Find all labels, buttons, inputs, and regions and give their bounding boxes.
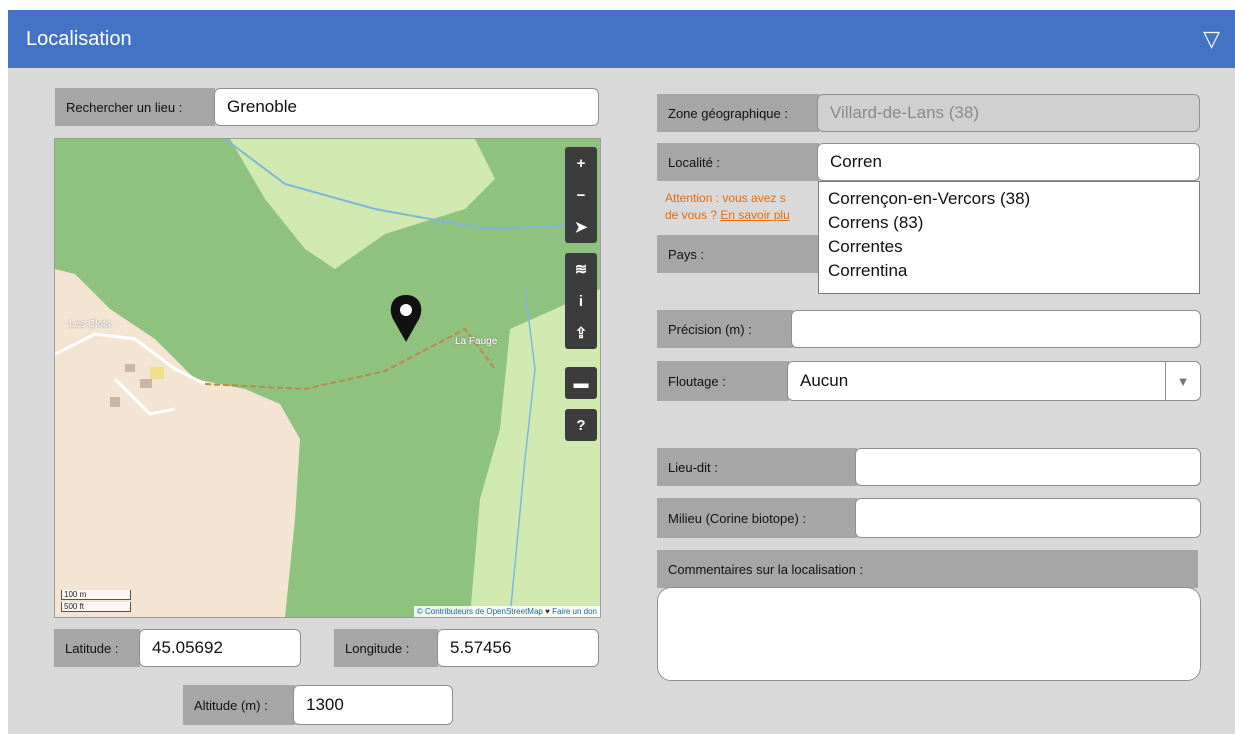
map-attribution: © Contributeurs de OpenStreetMap ♥ Faire… — [413, 606, 600, 617]
localite-input[interactable]: Corren — [817, 143, 1200, 181]
map-tool-controls: ≋ i ⇪ — [565, 253, 597, 349]
help-icon[interactable]: ? — [565, 409, 597, 441]
latitude-field[interactable]: 45.05692 — [139, 629, 301, 667]
map[interactable]: Les Clots La Fauge + − ➤ ≋ i ⇪ ▬ ? 100 m… — [54, 138, 601, 618]
collapse-toggle-icon[interactable]: ▽ — [1203, 26, 1220, 52]
lieudit-label: Lieu-dit : — [657, 448, 857, 486]
map-tiles — [55, 139, 600, 617]
localite-label: Localité : — [657, 143, 819, 181]
share-icon[interactable]: ⇪ — [565, 317, 597, 349]
floutage-label: Floutage : — [657, 361, 789, 401]
map-note-control: ▬ — [565, 367, 597, 399]
floutage-value: Aucun — [800, 371, 849, 390]
chevron-down-icon[interactable]: ▼ — [1165, 362, 1200, 400]
layers-icon[interactable]: ≋ — [565, 253, 597, 285]
learn-more-link[interactable]: En savoir plu — [720, 208, 789, 222]
suggestion-item[interactable]: Correntina — [819, 259, 1199, 283]
map-label-la-fauge: La Fauge — [455, 336, 498, 347]
longitude-label: Longitude : — [334, 629, 438, 667]
commentaires-textarea[interactable] — [657, 587, 1201, 681]
zoom-out-button[interactable]: − — [565, 179, 597, 211]
map-label-les-clots: Les Clots — [69, 319, 111, 330]
search-input[interactable]: Grenoble — [214, 88, 599, 126]
longitude-field[interactable]: 5.57456 — [437, 629, 599, 667]
lieudit-field[interactable] — [855, 448, 1201, 486]
section-header: Localisation ▽ — [8, 10, 1235, 68]
heart-icon: ♥ — [545, 607, 550, 616]
precision-label: Précision (m) : — [657, 310, 793, 348]
map-scale-imperial: 500 ft — [61, 602, 131, 612]
latitude-label: Latitude : — [54, 629, 140, 667]
milieu-field[interactable] — [855, 498, 1201, 538]
map-scale-metric: 100 m — [61, 590, 131, 600]
map-help-control: ? — [565, 409, 597, 441]
altitude-field[interactable]: 1300 — [293, 685, 453, 725]
suggestion-item[interactable]: Correns (83) — [819, 211, 1199, 235]
osm-attribution-link[interactable]: © Contributeurs de OpenStreetMap — [417, 607, 543, 616]
donate-link[interactable]: Faire un don — [552, 607, 597, 616]
warning-line-2: de vous ? — [665, 208, 721, 222]
locate-icon[interactable]: ➤ — [565, 211, 597, 243]
warning-message: Attention : vous avez s de vous ? En sav… — [665, 190, 820, 224]
section-title: Localisation — [26, 28, 132, 50]
suggestion-item[interactable]: Corrençon-en-Vercors (38) — [819, 187, 1199, 211]
pays-label: Pays : — [657, 235, 819, 273]
warning-line-1: Attention : vous avez s — [665, 191, 786, 205]
zone-label: Zone géographique : — [657, 94, 819, 132]
note-icon[interactable]: ▬ — [565, 367, 597, 399]
suggestion-item[interactable]: Correntes — [819, 235, 1199, 259]
commentaires-label: Commentaires sur la localisation : — [657, 550, 1198, 588]
altitude-label: Altitude (m) : — [183, 685, 295, 725]
floutage-select[interactable]: Aucun ▼ — [787, 361, 1201, 401]
milieu-label: Milieu (Corine biotope) : — [657, 498, 857, 538]
search-label: Rechercher un lieu : — [55, 88, 215, 126]
localite-suggestions: Corrençon-en-Vercors (38) Correns (83) C… — [818, 181, 1200, 294]
zoom-in-button[interactable]: + — [565, 147, 597, 179]
map-zoom-controls: + − ➤ — [565, 147, 597, 243]
precision-field[interactable] — [791, 310, 1201, 348]
zone-field: Villard-de-Lans (38) — [817, 94, 1200, 132]
info-icon[interactable]: i — [565, 285, 597, 317]
